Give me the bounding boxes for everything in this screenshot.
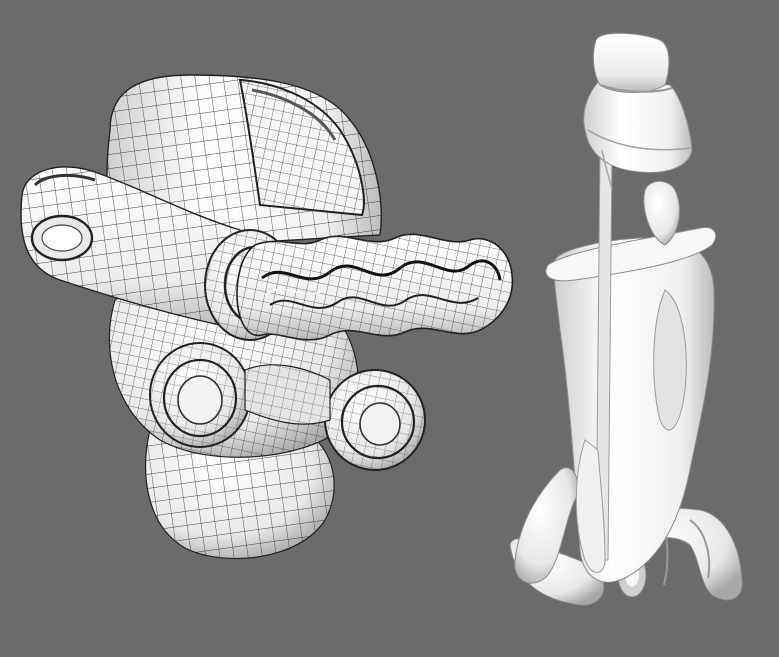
wireframe-mask-model[interactable] bbox=[20, 74, 514, 560]
mask-corrugated-tube bbox=[236, 233, 514, 341]
mask-filter-right bbox=[324, 369, 426, 471]
mask-filter-left bbox=[149, 342, 251, 448]
3d-viewport[interactable] bbox=[0, 0, 779, 657]
viewport-canvas bbox=[20, 32, 743, 606]
smooth-sculpture-model[interactable] bbox=[509, 32, 743, 606]
